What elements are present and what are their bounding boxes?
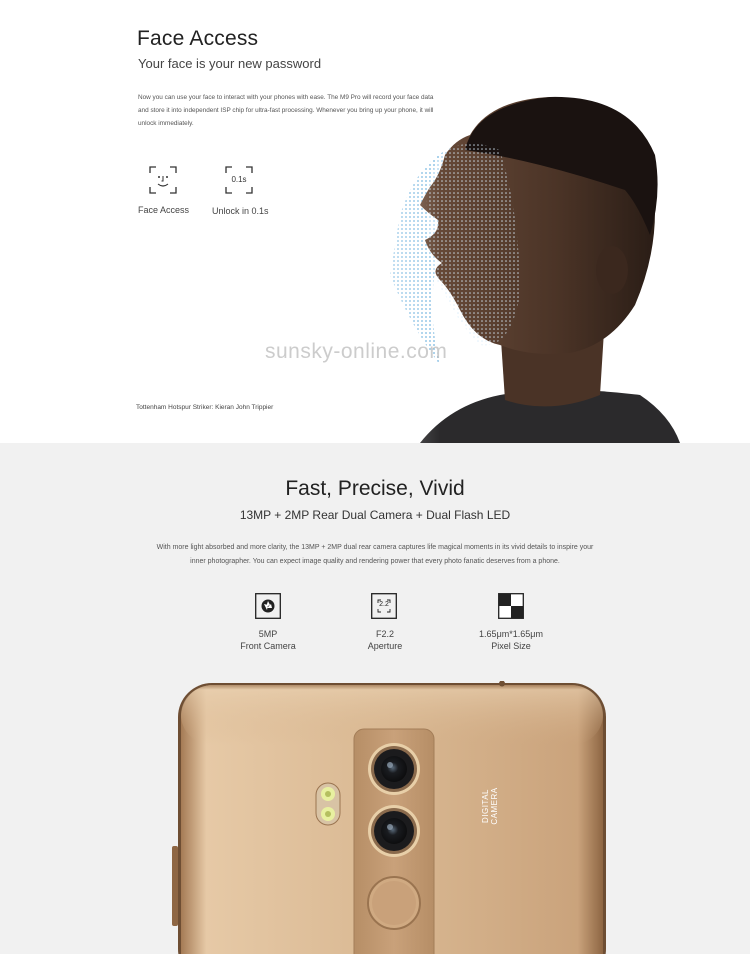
digital-camera-label: DIGITAL CAMERA bbox=[470, 777, 510, 837]
pixel-size-label: 1.65μm*1.65μm Pixel Size bbox=[451, 628, 571, 652]
camera-description: With more light absorbed and more clarit… bbox=[156, 544, 594, 565]
camera-title: Fast, Precise, Vivid bbox=[285, 477, 465, 500]
photo-caption: Tottenham Hotspur Striker: Kieran John T… bbox=[136, 404, 274, 411]
watermark: sunsky-online.com bbox=[265, 340, 448, 363]
face-scan-icon bbox=[149, 166, 177, 194]
pixel-size-value: 1.65μm*1.65μm bbox=[479, 629, 543, 639]
pixel-grid-icon bbox=[498, 593, 524, 619]
phone-back-image bbox=[172, 681, 606, 954]
aperture-icon bbox=[255, 593, 281, 619]
face-scan-illustration bbox=[380, 95, 680, 443]
face-access-label: Face Access bbox=[138, 205, 190, 215]
timer-icon-text: 0.1s bbox=[231, 175, 247, 184]
page-subtitle: Your face is your new password bbox=[138, 56, 322, 71]
camera-section: Fast, Precise, Vivid 13MP + 2MP Rear Dua… bbox=[0, 443, 750, 954]
aperture-caption: Aperture bbox=[367, 641, 403, 651]
aperture-label: F2.2 Aperture bbox=[325, 628, 445, 652]
face-description: Now you can use your face to interact wi… bbox=[138, 94, 434, 127]
front-camera-caption: Front Camera bbox=[240, 641, 296, 651]
pixel-size-caption: Pixel Size bbox=[491, 641, 531, 651]
face-access-section: Face Access Your face is your new passwo… bbox=[0, 0, 750, 443]
timer-icon: 0.1s bbox=[225, 166, 253, 194]
f-stop-icon: 2.2 bbox=[371, 593, 397, 619]
page-title: Face Access bbox=[137, 27, 259, 50]
unlock-speed-label: Unlock in 0.1s bbox=[212, 206, 269, 216]
front-camera-value: 5MP bbox=[258, 629, 278, 639]
f-stop-icon-text: 2.2 bbox=[379, 601, 389, 608]
front-camera-label: 5MP Front Camera bbox=[208, 628, 328, 652]
aperture-value: F2.2 bbox=[375, 629, 394, 639]
digital-camera-text: DIGITAL CAMERA bbox=[481, 787, 499, 825]
camera-subtitle: 13MP + 2MP Rear Dual Camera + Dual Flash… bbox=[239, 508, 511, 522]
